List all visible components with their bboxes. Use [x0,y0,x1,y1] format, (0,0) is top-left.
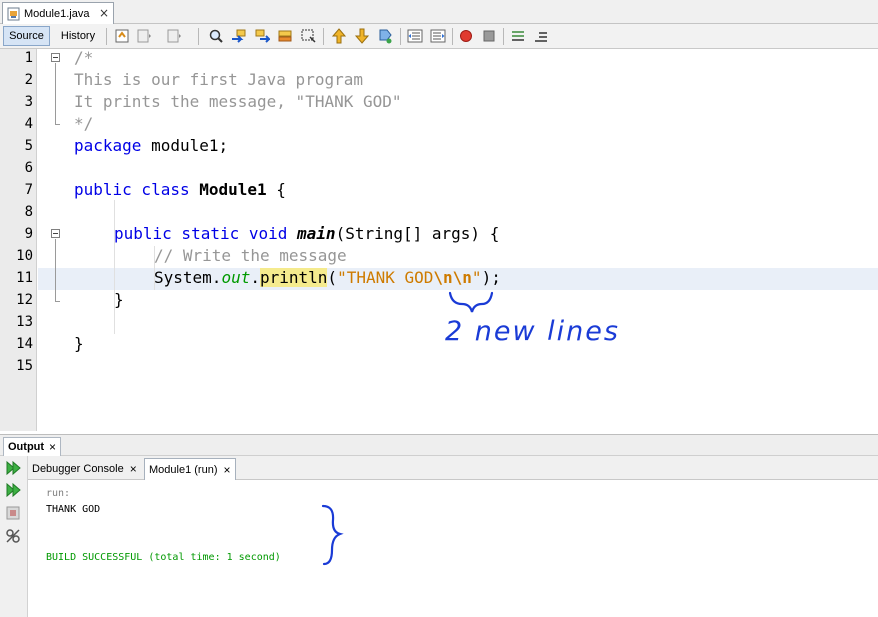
toggle-highlight-icon[interactable] [277,28,293,44]
next-bookmark-icon[interactable] [354,28,370,44]
console-run-line: run: [46,488,71,499]
line-number: 3 [24,94,33,110]
output-title: Output [8,441,45,453]
fold-guide [55,63,56,124]
indent-guide [114,200,115,334]
annotation-bracket-icon [321,504,344,566]
rerun-with-params-icon[interactable] [5,482,21,498]
last-edit-icon[interactable] [114,28,130,44]
fold-toggle-icon[interactable] [51,53,60,62]
line-number: 12 [16,292,33,308]
line-number: 8 [24,204,33,220]
previous-bookmark-icon[interactable] [331,28,347,44]
field-out: out [221,268,251,287]
tab-debugger-console[interactable]: Debugger Console × [28,458,141,480]
line-number: 7 [24,182,33,198]
code-line-4: */ [74,114,94,133]
handwritten-annotation: 2 new lines [445,316,620,347]
source-view-button[interactable]: Source [3,26,50,46]
close-icon[interactable]: × [130,462,137,476]
forward-icon[interactable] [166,28,182,44]
close-icon[interactable]: × [99,6,109,20]
annotation-brace-icon [448,291,494,313]
file-tab-module1-java[interactable]: Module1.java × [2,2,114,24]
line-number: 13 [16,314,33,330]
settings-icon[interactable] [5,528,21,544]
stop-icon[interactable] [5,505,21,521]
toolbar-separator [452,28,453,45]
class-name: Module1 [199,180,267,199]
tab-module1-run[interactable]: Module1 (run) × [144,458,236,480]
file-tab-label: Module1.java [24,7,90,20]
line-number: 5 [24,138,33,154]
toolbar-separator [400,28,401,45]
shift-left-icon[interactable] [407,28,423,44]
rerun-icon[interactable] [5,460,21,476]
file-tab-bar: Module1.java × [0,0,878,24]
find-next-icon[interactable] [254,28,270,44]
stop-macro-recording-icon[interactable] [481,28,497,44]
code-line-7: public class Module1 { [74,180,286,199]
string-literal: "THANK GOD [337,268,434,287]
start-macro-recording-icon[interactable] [458,28,474,44]
code-line-14: } [74,334,84,353]
line-number: 15 [16,358,33,374]
line-number: 2 [24,72,33,88]
method-call: println [259,268,328,287]
rectangular-selection-icon[interactable] [300,28,316,44]
output-side-toolbar [0,456,28,617]
line-number: 1 [24,50,33,66]
method-name: main [297,224,336,243]
code-line-3: It prints the message, "THANK GOD" [74,92,402,111]
comment-icon[interactable] [510,28,526,44]
close-icon[interactable]: × [223,463,230,477]
output-window-tab[interactable]: Output × [3,437,62,456]
history-view-button[interactable]: History [55,26,101,46]
toolbar-separator [503,28,504,45]
find-icon[interactable] [208,28,224,44]
line-number: 10 [16,248,33,264]
code-line-11: System.out.println("THANK GOD\n\n"); [154,268,501,287]
code-line-1: /* [74,48,94,67]
code-line-10: // Write the message [154,246,347,265]
console-output[interactable]: run: THANK GOD BUILD SUCCESSFUL (total t… [29,481,878,617]
keyword: package [74,136,142,155]
toolbar-separator [198,28,199,45]
line-number: 11 [16,270,33,286]
output-window-header: Output × [0,434,878,456]
shift-right-icon[interactable] [430,28,446,44]
fold-guide [55,239,56,301]
code-line-2: This is our first Java program [74,70,363,89]
fold-guide-end [55,124,60,125]
close-icon[interactable]: × [49,440,56,454]
toolbar-separator [323,28,324,45]
escape-sequence: \n\n [433,268,472,287]
code-line-9: public static void main(String[] args) { [114,224,500,243]
find-previous-icon[interactable] [231,28,247,44]
console-printed-line: THANK GOD [46,504,101,515]
line-number: 9 [24,226,33,242]
line-number: 14 [16,336,33,352]
code-line-5: package module1; [74,136,229,155]
toolbar-separator [106,28,107,45]
back-icon[interactable] [136,28,152,44]
line-number: 4 [24,116,33,132]
console-build-result: BUILD SUCCESSFUL (total time: 1 second) [46,552,281,563]
console-tab-bar: Debugger Console × Module1 (run) × [28,456,878,480]
java-file-icon [7,7,20,20]
fold-guide-end [55,301,60,302]
uncomment-icon[interactable] [533,28,549,44]
line-number: 6 [24,160,33,176]
keyword: public static void [114,224,288,243]
editor-toolbar: Source History [0,24,878,49]
code-line-12: } [114,290,124,309]
toggle-bookmark-icon[interactable] [377,28,393,44]
keyword: public class [74,180,190,199]
fold-toggle-icon[interactable] [51,229,60,238]
